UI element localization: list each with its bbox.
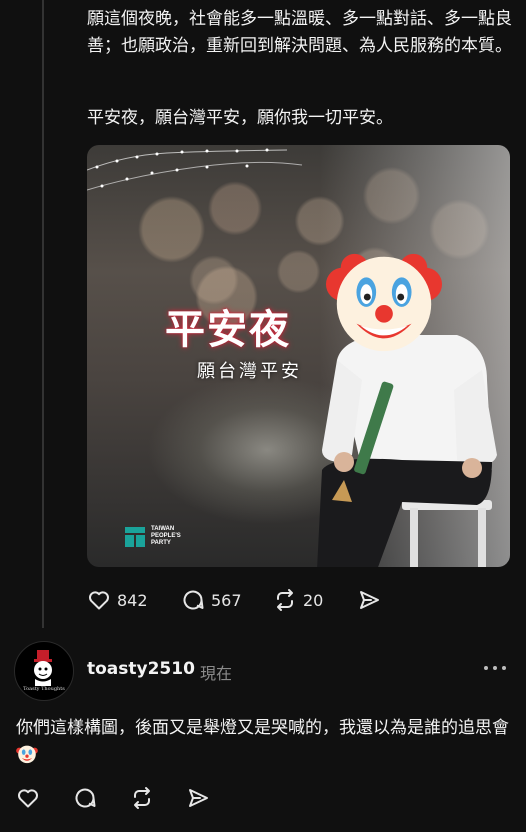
reply-share-button[interactable] bbox=[186, 783, 210, 813]
reply-repost-button[interactable] bbox=[130, 783, 154, 813]
post-image[interactable]: 平安夜 願台灣平安 TAIWAN PEOPLE'S PARTY bbox=[87, 145, 510, 567]
heart-icon bbox=[89, 591, 109, 610]
string-lights-decoration bbox=[87, 148, 303, 191]
speech-bubble-icon bbox=[183, 590, 204, 610]
repost-icon bbox=[134, 787, 150, 809]
clown-face-emoji bbox=[325, 253, 443, 352]
speech-bubble-icon bbox=[75, 788, 96, 808]
send-icon bbox=[360, 591, 379, 609]
repost-icon bbox=[277, 589, 293, 611]
avatar-caption: Toasty Thoughts bbox=[23, 686, 65, 692]
party-mark-icon bbox=[125, 527, 145, 547]
party-name-text: TAIWAN PEOPLE'S PARTY bbox=[151, 526, 181, 546]
image-title: 平安夜 bbox=[165, 306, 291, 353]
comment-button[interactable]: 567 bbox=[181, 585, 242, 615]
ellipsis-icon[interactable] bbox=[480, 656, 510, 680]
avatar[interactable]: Toasty Thoughts bbox=[14, 641, 74, 701]
clown-face-emoji-inline bbox=[16, 745, 38, 764]
post-paragraph-2: 平安夜，願台灣平安，願你我一切平安。 bbox=[87, 108, 393, 128]
reply-text-content: 你們這樣構圖，後面又是舉燈又是哭喊的，我還以為是誰的追思會 bbox=[16, 718, 509, 738]
reply-timestamp: 現在 bbox=[200, 664, 233, 683]
post-paragraph-1: 願這個夜晚，社會能多一點溫暖、多一點對話、多一點良善；也願政治，重新回到解決問題… bbox=[87, 9, 512, 56]
send-icon bbox=[189, 789, 208, 807]
reply-text: 你們這樣構圖，後面又是舉燈又是哭喊的，我還以為是誰的追思會 bbox=[16, 714, 516, 770]
repost-button[interactable]: 20 bbox=[273, 585, 323, 615]
reply-username[interactable]: toasty2510 bbox=[87, 659, 195, 679]
thread-connector-line bbox=[42, 0, 44, 628]
reply-like-button[interactable] bbox=[16, 783, 40, 813]
reply-comment-button[interactable] bbox=[73, 783, 97, 813]
comment-count: 567 bbox=[211, 590, 242, 610]
repost-count: 20 bbox=[303, 590, 324, 610]
share-button[interactable] bbox=[357, 585, 381, 615]
taiwan-peoples-party-logo: TAIWAN PEOPLE'S PARTY bbox=[123, 523, 243, 553]
like-button[interactable]: 842 bbox=[87, 585, 148, 615]
like-count: 842 bbox=[117, 590, 148, 610]
heart-icon bbox=[18, 789, 38, 808]
